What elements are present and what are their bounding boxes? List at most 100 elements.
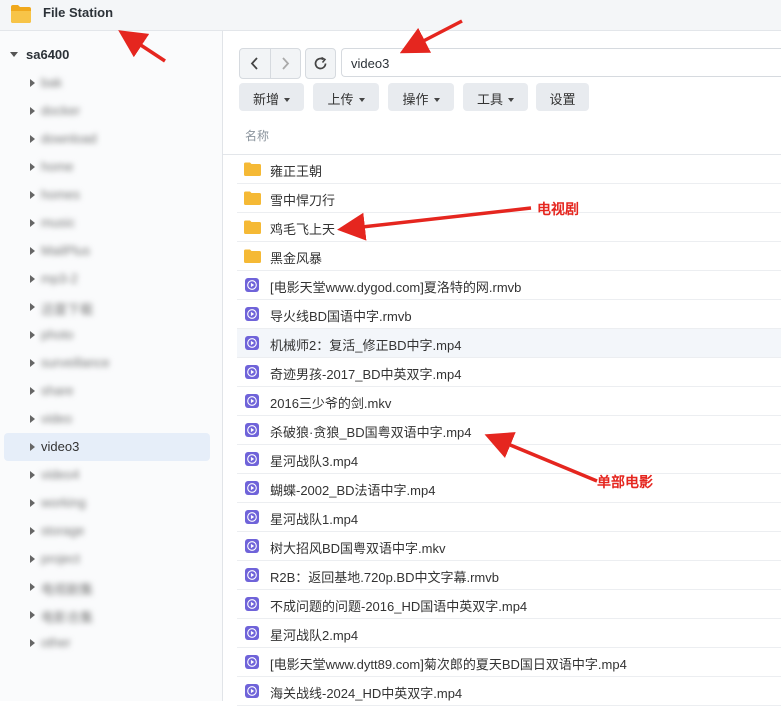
caret-right-icon[interactable]	[30, 331, 35, 339]
sidebar-item-folder[interactable]: video4	[4, 461, 210, 489]
dropdown-arrow-icon	[433, 98, 440, 102]
sidebar-item-folder[interactable]: music	[4, 209, 210, 237]
upload-button[interactable]: 上传	[313, 83, 379, 111]
tree-root-sa6400[interactable]: sa6400	[10, 47, 69, 62]
caret-down-icon[interactable]	[10, 52, 18, 57]
tools-button[interactable]: 工具	[463, 83, 528, 111]
video-file-icon	[245, 481, 259, 495]
annotation-tv-series: 电视剧	[537, 202, 579, 218]
sidebar-item-label: surveillance	[41, 355, 110, 370]
sidebar-item-folder[interactable]: share	[4, 377, 210, 405]
folder-row[interactable]: 黑金风暴	[237, 242, 781, 271]
create-button[interactable]: 新增	[239, 83, 304, 111]
sidebar-item-label: photo	[41, 327, 74, 342]
refresh-button[interactable]	[305, 48, 336, 79]
caret-right-icon[interactable]	[30, 555, 35, 563]
folder-row[interactable]: 雪中悍刀行	[237, 184, 781, 213]
folder-row[interactable]: 鸡毛飞上天	[237, 213, 781, 242]
caret-right-icon[interactable]	[30, 163, 35, 171]
video-file-row[interactable]: 奇迹男孩-2017_BD中英双字.mp4	[237, 358, 781, 387]
sidebar-item-folder[interactable]: 电影合集	[4, 601, 210, 629]
caret-right-icon[interactable]	[30, 247, 35, 255]
file-name: 雍正王朝	[270, 164, 323, 179]
video-file-row[interactable]: 星河战队3.mp4	[237, 445, 781, 474]
path-input[interactable]: video3	[341, 48, 781, 77]
sidebar-tree: sa6400 bak docker download home homes music Ma…	[0, 31, 223, 701]
settings-button-label: 设置	[549, 92, 576, 107]
sidebar-item-folder[interactable]: surveillance	[4, 349, 210, 377]
caret-right-icon[interactable]	[30, 107, 35, 115]
sidebar-item-folder[interactable]: mp3-2	[4, 265, 210, 293]
sidebar-item-folder[interactable]: storage	[4, 517, 210, 545]
video-file-row[interactable]: 机械师2：复活_修正BD中字.mp4	[237, 329, 781, 358]
caret-right-icon[interactable]	[30, 135, 35, 143]
video-file-row[interactable]: 树大招风BD国粤双语中字.mkv	[237, 532, 781, 561]
sidebar-item-folder[interactable]: download	[4, 125, 210, 153]
video-file-row[interactable]: R2B：返回基地.720p.BD中文字幕.rmvb	[237, 561, 781, 590]
sidebar-item-folder[interactable]: project	[4, 545, 210, 573]
create-button-label: 新增	[252, 92, 279, 107]
video-file-row[interactable]: [电影天堂www.dygod.com]夏洛特的网.rmvb	[237, 271, 781, 300]
sidebar-item-folder[interactable]: 迅雷下载	[4, 293, 210, 321]
caret-right-icon[interactable]	[30, 191, 35, 199]
file-name: 星河战队2.mp4	[270, 628, 359, 643]
sidebar-item-label: docker	[41, 103, 81, 118]
sidebar-item-folder[interactable]: photo	[4, 321, 210, 349]
video-file-row[interactable]: 杀破狼·贪狼_BD国粤双语中字.mp4	[237, 416, 781, 445]
video-file-row[interactable]: 2016三少爷的剑.mkv	[237, 387, 781, 416]
file-name: 星河战队1.mp4	[270, 512, 359, 527]
file-name: 机械师2：复活_修正BD中字.mp4	[270, 338, 462, 353]
folder-icon	[244, 191, 261, 205]
caret-right-icon[interactable]	[30, 387, 35, 395]
video-file-row[interactable]: 海关战线-2024_HD中英双字.mp4	[237, 677, 781, 706]
caret-right-icon[interactable]	[30, 79, 35, 87]
caret-right-icon[interactable]	[30, 219, 35, 227]
tools-button-label: 工具	[476, 92, 503, 107]
caret-right-icon[interactable]	[30, 499, 35, 507]
caret-right-icon[interactable]	[30, 583, 35, 591]
sidebar-item-folder[interactable]: docker	[4, 97, 210, 125]
sidebar-item-folder[interactable]: 电视剧集	[4, 573, 210, 601]
caret-right-icon[interactable]	[30, 415, 35, 423]
caret-right-icon[interactable]	[30, 275, 35, 283]
video-file-icon	[245, 394, 259, 408]
caret-right-icon[interactable]	[30, 303, 35, 311]
sidebar-item-folder[interactable]: home	[4, 153, 210, 181]
caret-right-icon[interactable]	[30, 639, 35, 647]
sidebar-item-label: project	[41, 551, 81, 566]
sidebar-item-folder[interactable]: working	[4, 489, 210, 517]
video-file-row[interactable]: [电影天堂www.dytt89.com]菊次郎的夏天BD国日双语中字.mp4	[237, 648, 781, 677]
video-file-icon	[245, 510, 259, 524]
column-name-header[interactable]: 名称	[245, 127, 269, 144]
caret-right-icon[interactable]	[30, 471, 35, 479]
sidebar-item-folder[interactable]: homes	[4, 181, 210, 209]
file-name: R2B：返回基地.720p.BD中文字幕.rmvb	[270, 570, 499, 585]
forward-button[interactable]	[270, 49, 300, 78]
folder-row[interactable]: 雍正王朝	[237, 155, 781, 184]
video-file-row[interactable]: 星河战队1.mp4	[237, 503, 781, 532]
back-button[interactable]	[240, 49, 271, 78]
video-file-row[interactable]: 蝴蝶-2002_BD法语中字.mp4	[237, 474, 781, 503]
video-file-row[interactable]: 星河战队2.mp4	[237, 619, 781, 648]
sidebar-item-folder[interactable]: other	[4, 629, 210, 657]
sidebar-item-video3[interactable]: video3	[4, 433, 210, 461]
sidebar-item-label: download	[41, 131, 97, 146]
caret-right-icon[interactable]	[30, 359, 35, 367]
sidebar-item-label: storage	[41, 523, 85, 538]
caret-right-icon[interactable]	[30, 527, 35, 535]
video-file-row[interactable]: 导火线BD国语中字.rmvb	[237, 300, 781, 329]
sidebar-item-label: mp3-2	[41, 271, 78, 286]
sidebar-item-label: video4	[41, 467, 80, 482]
sidebar-item-folder[interactable]: video	[4, 405, 210, 433]
caret-right-icon[interactable]	[30, 611, 35, 619]
sidebar-item-folder[interactable]: MailPlus	[4, 237, 210, 265]
file-name: 导火线BD国语中字.rmvb	[270, 309, 412, 324]
chevron-right-icon	[282, 57, 290, 70]
file-name: [电影天堂www.dygod.com]夏洛特的网.rmvb	[270, 280, 522, 295]
caret-right-icon[interactable]	[30, 443, 35, 451]
action-button[interactable]: 操作	[388, 83, 454, 111]
sidebar-item-folder[interactable]: bak	[4, 69, 210, 97]
sidebar-item-label: video3	[41, 439, 80, 454]
settings-button[interactable]: 设置	[536, 83, 589, 111]
video-file-row[interactable]: 不成问题的问题-2016_HD国语中英双字.mp4	[237, 590, 781, 619]
